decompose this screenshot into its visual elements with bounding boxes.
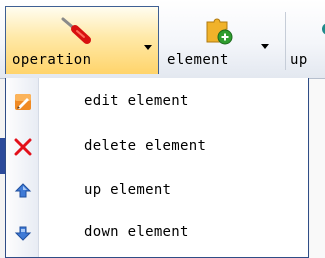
operation-dropdown-button[interactable]: operation	[5, 6, 159, 74]
menu-item-label: up element	[84, 182, 172, 198]
operation-label: operation	[12, 52, 92, 68]
menu-item-label: edit element	[84, 93, 189, 109]
up-toolbar-button[interactable]: up	[290, 6, 325, 74]
up-label: up	[290, 52, 308, 68]
arrow-up-icon	[14, 183, 32, 198]
menu-item-delete-element[interactable]: delete element	[6, 126, 308, 168]
element-label: element	[167, 52, 229, 68]
chevron-down-icon	[144, 45, 152, 50]
screwdriver-icon	[61, 17, 91, 44]
background-window-panel	[310, 79, 325, 258]
toolbar: operation element up	[0, 0, 325, 79]
chevron-down-icon	[261, 44, 269, 49]
menu-item-label: delete element	[84, 138, 207, 154]
operation-dropdown-menu: edit element delete element up element d…	[5, 78, 309, 258]
element-dropdown-button[interactable]: element	[163, 6, 281, 74]
up-arrow-icon	[322, 23, 325, 35]
arrow-down-icon	[14, 226, 32, 241]
menu-item-up-element[interactable]: up element	[6, 170, 308, 212]
toolbar-separator	[285, 12, 286, 70]
menu-item-label: down element	[84, 224, 189, 240]
delete-x-icon	[14, 138, 32, 156]
edit-icon	[15, 94, 31, 110]
puzzle-add-icon	[206, 18, 233, 45]
menu-item-edit-element[interactable]: edit element	[6, 81, 308, 123]
menu-item-down-element[interactable]: down element	[6, 212, 308, 254]
